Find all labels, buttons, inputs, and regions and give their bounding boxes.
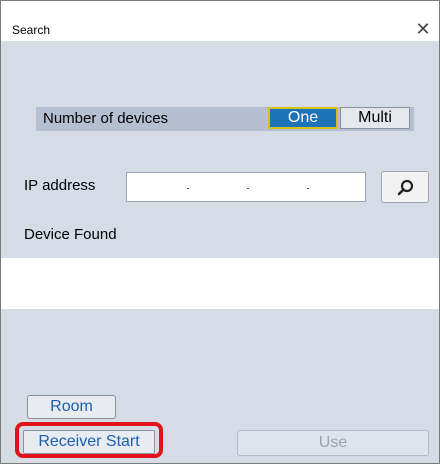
search-icon — [397, 179, 414, 196]
room-button[interactable]: Room — [27, 395, 116, 419]
search-button[interactable] — [381, 171, 429, 203]
receiver-start-button[interactable]: Receiver Start — [23, 430, 155, 454]
device-found-label: Device Found — [24, 226, 117, 243]
ip-address-label: IP address — [24, 177, 96, 194]
ip-separator — [247, 188, 249, 189]
device-found-list[interactable] — [1, 258, 439, 309]
number-of-devices-row: Number of devices One Multi — [36, 107, 414, 131]
dialog-title: Search — [12, 23, 51, 37]
ip-separator — [307, 188, 309, 189]
option-multi-button[interactable]: Multi — [340, 107, 410, 129]
close-icon[interactable]: ✕ — [411, 19, 435, 41]
use-button[interactable]: Use — [237, 430, 429, 456]
ip-separator — [187, 188, 189, 189]
dialog-body: Number of devices One Multi IP address D… — [1, 41, 439, 463]
ip-address-input[interactable] — [126, 172, 366, 202]
number-of-devices-label: Number of devices — [43, 110, 169, 127]
option-one-button[interactable]: One — [268, 107, 338, 129]
title-bar: Search ✕ — [1, 1, 439, 41]
search-dialog: Search ✕ Number of devices One Multi IP … — [0, 0, 440, 464]
